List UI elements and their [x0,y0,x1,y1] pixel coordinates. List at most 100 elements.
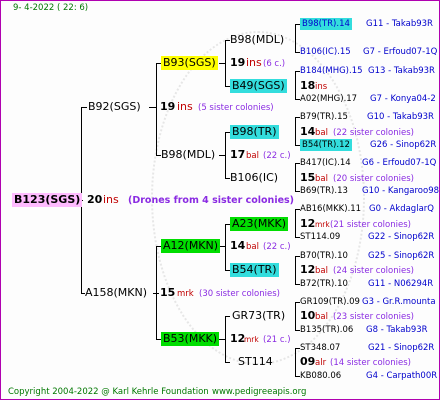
gen4-source: G7 - Erfoud07-1Q [363,47,438,57]
gen3-ins: bal [315,266,328,276]
gen4-id[interactable]: ST114.09 [300,231,340,243]
gen2-year: 17 [230,148,246,161]
gen4-source: G10 - Kangaroo98R [362,186,440,196]
connector [225,316,226,362]
gen4-source: G11 - Takab93R [366,19,433,29]
gen4-id[interactable]: B417(IC).14 [300,157,351,169]
gen2-id[interactable]: B53(MKK) [161,332,220,346]
connector [295,256,296,284]
connector [153,293,159,294]
gen3-year: 15 [300,171,316,184]
gen4-id[interactable]: A02(MHG).17 [300,93,357,105]
gen4-id[interactable]: KB080.06 [300,370,341,382]
gen4-id[interactable]: GR109(TR).09 [300,296,360,308]
queen-root-ins: ins [103,193,119,206]
drone-mother-year: 15 [160,286,176,299]
mother-id[interactable]: B92(SGS) [88,100,141,114]
connector [295,302,296,330]
gen3-id[interactable]: B106(IC) [230,171,278,185]
gen4-source: G6 - Erfoud07-1Q [362,158,437,168]
connector [225,224,226,270]
connector [295,24,296,52]
gen4-id[interactable]: ST348.07 [300,342,340,354]
gen4-source: G10 - Takab93R [367,112,434,122]
gen4-id[interactable]: B98(TR).14 [300,18,352,30]
connector [225,40,226,86]
gen4-source: G21 - Sinop62R [368,343,435,353]
queen-root-year: 20 [87,193,103,206]
gen3-id[interactable]: B49(SGS) [230,79,287,93]
connector [295,117,296,145]
connector [219,63,225,64]
gen2-note: (21 c.) [263,335,291,345]
gen3-id[interactable]: B54(TR) [230,263,279,277]
gen4-source: G4 - Carpath00R [366,371,438,381]
gen4-id[interactable]: B72(TR).10 [300,278,348,290]
gen4-source: G26 - Sinop62R [370,140,437,150]
drone-mother-id[interactable]: A158(MKN) [85,286,147,300]
gen3-year: 14 [300,125,316,138]
connector [225,132,226,178]
gen4-id[interactable]: B184(MHG).15 [300,65,363,77]
gen3-ins: bal [315,312,328,322]
gen4-id[interactable]: B54(TR).12 [300,139,352,151]
gen4-id[interactable]: B69(TR).13 [300,185,348,197]
gen3-ins: ins [315,82,328,92]
connector [81,107,87,108]
gen4-source: G8 - Takab93R [366,325,428,335]
queen-root-id[interactable]: B123(SGS) [12,193,83,207]
connector [225,362,230,363]
gen4-source: G13 - Takab93R [368,66,435,76]
gen2-id[interactable]: B93(SGS) [161,56,218,70]
gen2-note: (22 c.) [263,242,291,252]
gen4-source: G11 - N06294R [368,279,434,289]
gen4-source: G25 - Sinop62R [368,251,435,261]
gen4-source: G22 - Sinop62R [368,232,435,242]
gen4-id[interactable]: AB16(MKK).11 [300,203,361,215]
gen2-id[interactable]: A12(MKN) [161,239,221,253]
gen4-id[interactable]: B106(IC).15 [300,46,351,58]
gen3-year: 12 [300,263,316,276]
footer-website[interactable]: www.pedigreeapis.org [212,386,306,398]
gen4-source: G7 - Konya04-2 [370,94,436,104]
gen3-year: 18 [300,79,316,92]
gen3-ins: ins [246,56,262,69]
gen2-note: (22 c.) [263,151,291,161]
footer-copyright: Copyright 2004-2022 @ Karl Kehrle Founda… [8,387,209,397]
gen3-note: (14 sister colonies) [330,358,411,368]
gen2-ins: bal [246,151,259,161]
connector [295,163,296,191]
gen2-ins: bal [246,242,259,252]
gen3-note: (21 sister colonies) [330,220,411,230]
gen3-note: (6 c.) [263,59,286,69]
gen4-source: G3 - Gr.R.mounta [362,297,436,307]
gen3-id[interactable]: B98(TR) [230,125,279,139]
gen4-source: G0 - AkdaglarQ [369,204,434,214]
drone-mother-ins: mrk [177,289,194,299]
gen3-note: (22 sister colonies) [333,128,414,138]
gen3-ins: mrk [315,220,330,229]
mother-note: (5 sister colonies) [198,103,274,113]
gen2-id[interactable]: B98(MDL) [161,148,215,162]
gen3-year: 09 [300,355,316,368]
connector [295,209,296,237]
gen3-year: 12 [300,217,316,230]
gen4-id[interactable]: B135(TR).06 [300,324,353,336]
gen4-id[interactable]: B70(TR).10 [300,250,348,262]
gen3-note: (23 sister colonies) [333,312,414,322]
connector [149,107,156,108]
connector [156,63,157,155]
connector [295,71,296,99]
connector [219,155,225,156]
gen3-id[interactable]: ST114 [238,355,273,369]
gen2-year: 14 [230,239,246,252]
mother-year: 19 [160,100,176,113]
gen3-id[interactable]: GR73(TR) [232,309,285,323]
gen3-note: (24 sister colonies) [333,266,414,276]
gen3-id[interactable]: A23(MKK) [230,217,289,231]
pedigree-chart: 9- 4-2022 ( 22: 6) B123(SGS) 20 ins (Dro… [0,0,440,400]
header-date: 9- 4-2022 ( 22: 6) [13,3,89,13]
gen4-id[interactable]: B79(TR).15 [300,111,348,123]
gen2-ins: mrk [244,335,259,344]
gen3-id[interactable]: B98(MDL) [230,33,284,47]
